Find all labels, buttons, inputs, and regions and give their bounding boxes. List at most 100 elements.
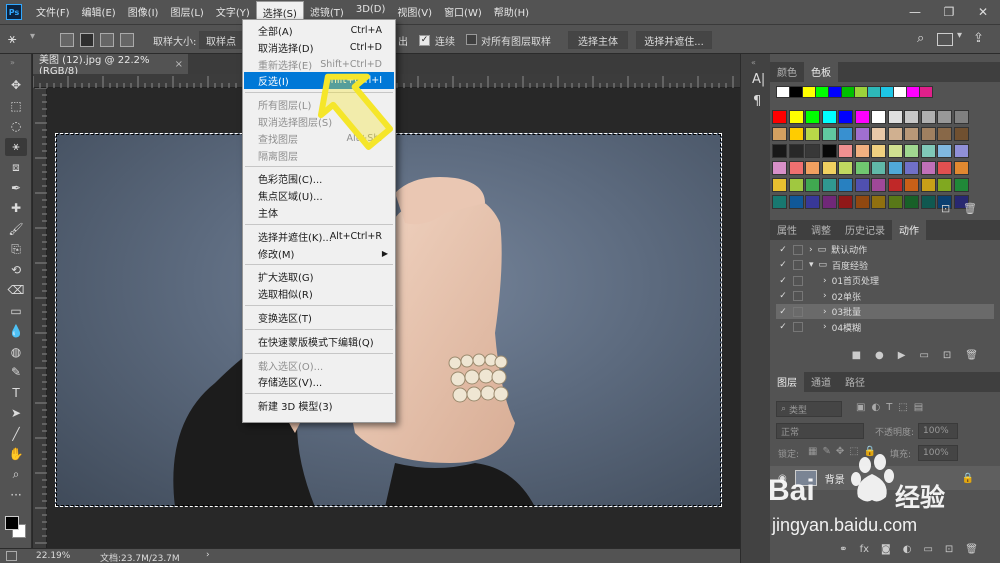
color-swatch[interactable] xyxy=(788,110,804,124)
color-swatch[interactable] xyxy=(887,195,903,209)
color-swatch[interactable] xyxy=(772,161,787,175)
color-swatch[interactable] xyxy=(854,195,870,209)
adjustment-filter-icon[interactable]: ◐ xyxy=(871,402,880,413)
color-swatch[interactable] xyxy=(904,127,919,141)
color-swatch[interactable] xyxy=(805,127,820,141)
layer-filter-select[interactable]: ⌕ 类型 xyxy=(776,401,842,417)
clone-stamp-tool-icon[interactable]: ⎘ xyxy=(5,240,27,258)
action-item[interactable]: ✓ › 01首页处理 xyxy=(776,273,994,288)
character-icon[interactable]: A| xyxy=(752,72,765,87)
color-swatch[interactable] xyxy=(871,110,886,124)
dialog-toggle-box[interactable] xyxy=(793,260,803,270)
pen-tool-icon[interactable]: ✎ xyxy=(5,363,27,381)
color-swatch[interactable] xyxy=(805,195,820,209)
contiguous-checkbox[interactable]: ✓ xyxy=(419,34,430,46)
eyedropper-tool-icon[interactable]: ✒ xyxy=(5,179,27,197)
type-filter-icon[interactable]: T xyxy=(886,402,892,413)
brush-tool-icon[interactable]: 🖌 xyxy=(5,220,27,238)
crop-tool-icon[interactable]: ⧈ xyxy=(5,158,27,176)
color-swatch[interactable] xyxy=(821,110,837,124)
new-action-icon[interactable]: ⊡ xyxy=(943,350,951,366)
expand-arrow-icon[interactable]: › xyxy=(823,276,827,286)
color-swatch[interactable] xyxy=(920,178,936,192)
select-menu-item[interactable]: 在快速蒙版模式下编辑(Q) xyxy=(244,333,394,350)
color-swatch[interactable] xyxy=(904,110,919,124)
color-swatch[interactable] xyxy=(953,127,969,141)
color-swatch[interactable] xyxy=(772,195,787,209)
color-swatch[interactable] xyxy=(880,86,894,98)
expand-arrow-icon[interactable]: › xyxy=(823,322,827,332)
select-menu-item[interactable]: 选择并遮住(K)... Alt+Ctrl+R xyxy=(244,228,394,245)
color-swatch[interactable] xyxy=(937,178,952,192)
color-swatch[interactable] xyxy=(953,144,969,158)
path-select-tool-icon[interactable]: ➤ xyxy=(5,404,27,422)
menu-9[interactable]: 窗口(W) xyxy=(438,1,488,24)
eraser-tool-icon[interactable]: ⌫ xyxy=(5,281,27,299)
gradient-tool-icon[interactable]: ▭ xyxy=(5,302,27,320)
color-swatch[interactable] xyxy=(838,144,853,158)
color-swatch[interactable] xyxy=(821,144,837,158)
color-swatch[interactable] xyxy=(772,127,787,141)
new-swatch-icon[interactable]: ⊡ xyxy=(941,202,950,215)
color-swatch[interactable] xyxy=(871,127,886,141)
select-menu-item[interactable]: 取消选择(D) Ctrl+D xyxy=(244,39,394,56)
healing-tool-icon[interactable]: ✚ xyxy=(5,199,27,217)
color-swatch[interactable] xyxy=(937,127,952,141)
color-swatch[interactable] xyxy=(953,161,969,175)
photoshop-logo-icon[interactable]: Ps xyxy=(6,4,22,20)
play-icon[interactable]: ▶ xyxy=(898,350,906,366)
move-tool-icon[interactable]: ✥ xyxy=(5,76,27,94)
expand-arrow-icon[interactable]: › xyxy=(809,245,813,255)
color-swatch[interactable] xyxy=(788,195,804,209)
blur-tool-icon[interactable]: 💧 xyxy=(5,322,27,340)
select-menu-item[interactable]: 载入选区(O)... xyxy=(244,357,394,374)
zoom-level[interactable]: 22.19% xyxy=(36,551,70,561)
action-enabled-check-icon[interactable]: ✓ xyxy=(776,276,790,286)
color-swatch[interactable] xyxy=(854,161,870,175)
select-menu-item[interactable]: 新建 3D 模型(3) xyxy=(244,397,394,414)
share-icon[interactable]: ⇪ xyxy=(973,31,984,46)
dodge-tool-icon[interactable]: ◍ xyxy=(5,343,27,361)
color-swatch[interactable] xyxy=(920,161,936,175)
color-swatch[interactable] xyxy=(838,195,853,209)
delete-swatch-icon[interactable]: 🗑 xyxy=(963,202,977,215)
zoom-tool-icon[interactable]: ⌕ xyxy=(5,466,27,484)
tab-channels[interactable]: 通道 xyxy=(804,371,838,392)
select-menu-item[interactable]: 色彩范围(C)... xyxy=(244,170,394,187)
dialog-toggle-box[interactable] xyxy=(793,306,803,317)
color-swatch[interactable] xyxy=(920,144,936,158)
action-item[interactable]: ✓ › 04模糊 xyxy=(776,320,994,335)
color-swatch[interactable] xyxy=(887,178,903,192)
delete-action-icon[interactable]: 🗑 xyxy=(965,350,978,366)
color-swatch[interactable] xyxy=(776,86,790,98)
menu-8[interactable]: 视图(V) xyxy=(391,1,438,24)
color-swatch[interactable] xyxy=(815,86,829,98)
color-swatch[interactable] xyxy=(871,195,886,209)
color-swatch[interactable] xyxy=(788,178,804,192)
color-swatch[interactable] xyxy=(871,161,886,175)
document-tab[interactable]: 美图 (12).jpg @ 22.2%(RGB/8) × xyxy=(33,54,188,77)
select-menu-item[interactable]: 变换选区(T) xyxy=(244,309,394,326)
group-icon[interactable]: ▭ xyxy=(923,544,932,560)
search-icon[interactable]: ⌕ xyxy=(917,31,924,46)
type-tool-icon[interactable]: T xyxy=(5,384,27,402)
paragraph-icon[interactable]: ¶ xyxy=(753,94,761,109)
tab-properties[interactable]: 属性 xyxy=(770,219,804,240)
color-swatch[interactable] xyxy=(854,86,868,98)
menu-3[interactable]: 图层(L) xyxy=(164,1,209,24)
color-swatch[interactable] xyxy=(805,110,820,124)
color-swatch[interactable] xyxy=(821,178,837,192)
delete-layer-icon[interactable]: 🗑 xyxy=(965,544,978,560)
link-layers-icon[interactable]: ⚭ xyxy=(839,544,847,560)
color-swatch[interactable] xyxy=(919,86,933,98)
color-swatch[interactable] xyxy=(906,86,920,98)
select-menu-item[interactable]: 全部(A) Ctrl+A xyxy=(244,22,394,39)
action-enabled-check-icon[interactable]: ✓ xyxy=(776,245,790,255)
action-item[interactable]: ✓ › 03批量 xyxy=(776,304,994,319)
record-icon[interactable]: ● xyxy=(875,350,884,366)
menu-2[interactable]: 图像(I) xyxy=(122,1,165,24)
color-swatch[interactable] xyxy=(828,86,842,98)
color-swatch[interactable] xyxy=(887,127,903,141)
fx-icon[interactable]: fx xyxy=(860,544,869,560)
color-swatch[interactable] xyxy=(802,86,816,98)
